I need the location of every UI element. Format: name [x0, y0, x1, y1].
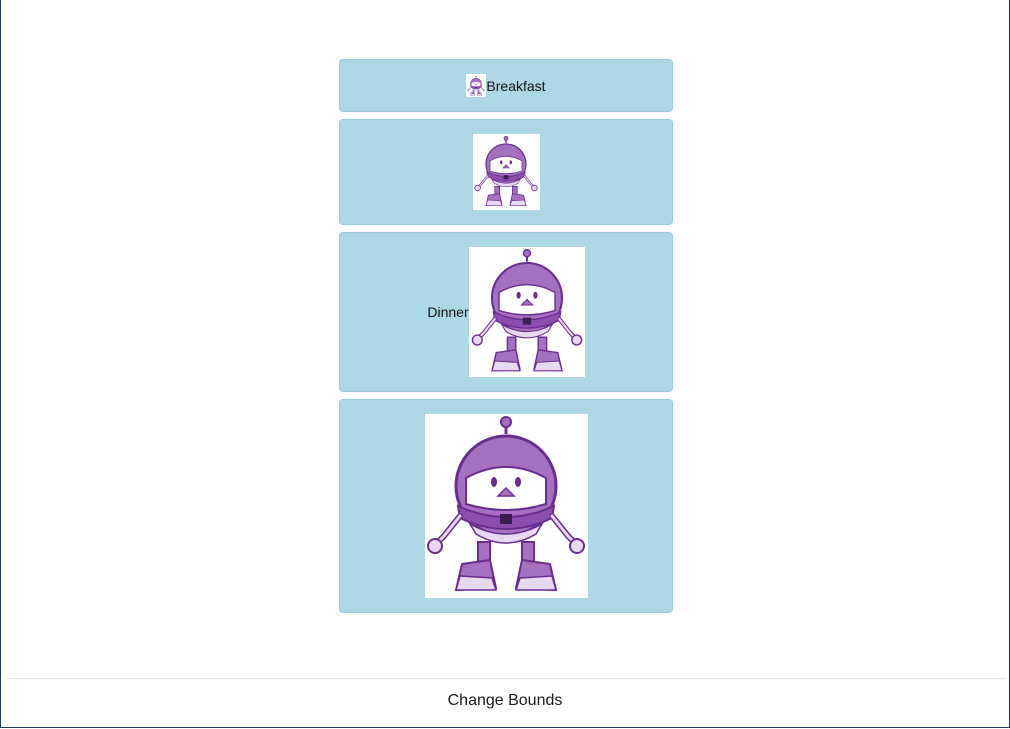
- robot-mascot-image: [472, 134, 540, 210]
- image-only-button-large[interactable]: [339, 399, 673, 613]
- image-only-button-small[interactable]: [339, 119, 673, 225]
- robot-mascot-image: [466, 74, 487, 97]
- change-bounds-button[interactable]: Change Bounds: [1, 692, 1009, 710]
- robot-mascot-image: [424, 414, 588, 598]
- breakfast-button[interactable]: Breakfast: [339, 59, 673, 112]
- footer-divider: [6, 678, 1006, 679]
- dinner-button-label: Dinner: [427, 304, 469, 320]
- dinner-button[interactable]: Dinner: [339, 232, 673, 392]
- app-window: Breakfast Dinner Change Bounds: [0, 0, 1010, 728]
- robot-mascot-image: [468, 247, 585, 377]
- breakfast-button-label: Breakfast: [486, 77, 546, 94]
